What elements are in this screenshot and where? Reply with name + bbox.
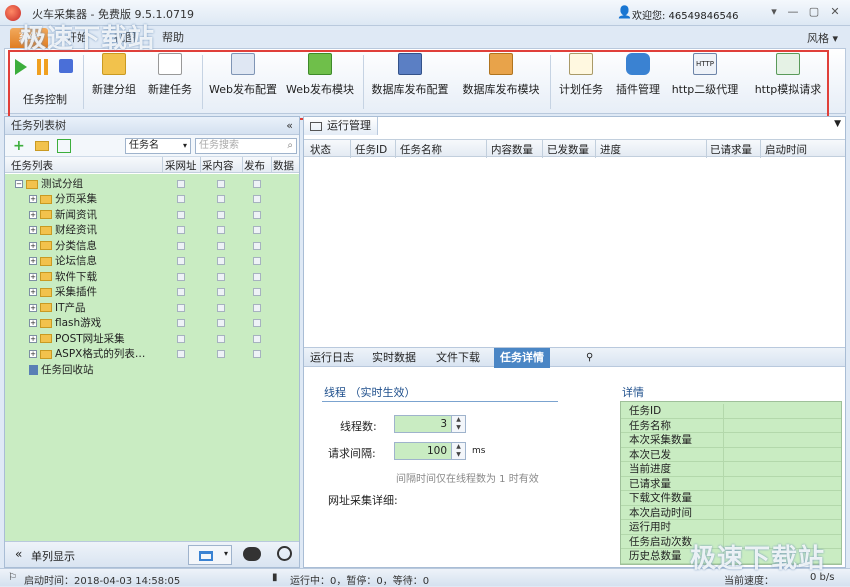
- folder-icon: [40, 194, 52, 204]
- detail-row: 任务ID: [621, 404, 841, 419]
- highlight-box: [8, 50, 829, 120]
- folder-icon: [40, 349, 52, 359]
- collapse-button[interactable]: «: [286, 117, 293, 135]
- tab-task-detail[interactable]: 任务详情: [494, 348, 550, 368]
- details-title: 详情: [622, 386, 644, 399]
- tree-node[interactable]: + 财经资讯: [29, 223, 97, 238]
- tree-toolbar: + 任务名 ▾ 任务搜索 ⌕: [5, 135, 299, 157]
- detail-row: 任务名称: [621, 418, 841, 433]
- app-logo-icon: [5, 5, 21, 21]
- stepper-arrows-icon: ▲ ▼: [451, 443, 465, 459]
- task-tree-panel: 任务列表树 « + 任务名▾ 任务搜索⌕ 任务列表 采网址 采内容 发布 数据量…: [4, 116, 300, 568]
- threads-label: 线程数:: [340, 420, 377, 433]
- watermark-top: 极速下载站: [20, 24, 156, 54]
- folder-add-icon[interactable]: [35, 141, 49, 151]
- detail-row: 运行用时: [621, 520, 841, 535]
- tree-node[interactable]: + IT产品: [29, 301, 86, 316]
- tab-file-download[interactable]: 文件下载: [430, 348, 486, 368]
- add-icon[interactable]: +: [13, 139, 27, 153]
- tree-footer: « 单列显示 ▾: [5, 541, 299, 567]
- dropdown-icon[interactable]: ▾: [765, 4, 783, 20]
- monitor-icon: [310, 121, 322, 131]
- folder-icon: [40, 334, 52, 343]
- detail-row: 本次采集数量: [621, 433, 841, 448]
- tree-node[interactable]: + POST网址采集: [29, 332, 125, 347]
- folder-icon: [40, 241, 52, 250]
- expand-icon[interactable]: [57, 139, 71, 153]
- folder-icon: [40, 210, 52, 219]
- run-manage-panel: 运行管理 ▼ 状态 任务ID 任务名称 内容数量 已发数量 进度 已请求量 启动…: [303, 116, 846, 568]
- folder-icon: [40, 256, 52, 266]
- tree-node[interactable]: + 分页采集: [29, 192, 97, 207]
- stepper-arrows-icon: ▲ ▼: [451, 416, 465, 432]
- filter-select[interactable]: 任务名 ▾: [125, 138, 191, 154]
- tree-node-root[interactable]: − 测试分组: [15, 177, 83, 192]
- interval-label: 请求间隔:: [328, 447, 376, 460]
- detail-row: 本次已发: [621, 447, 841, 462]
- search-icon: ⌕: [287, 140, 293, 151]
- single-column-label[interactable]: 单列显示: [31, 548, 75, 564]
- tab-run-log[interactable]: 运行日志: [304, 348, 360, 368]
- tree-node[interactable]: + 软件下载: [29, 270, 97, 285]
- task-tree-header: 任务列表树 «: [5, 117, 299, 135]
- folder-icon: [40, 303, 52, 312]
- interval-stepper[interactable]: 100 ▲ ▼: [394, 442, 466, 460]
- tree-node[interactable]: + ASPX格式的列表…: [29, 347, 145, 362]
- detail-row: 已请求量: [621, 476, 841, 491]
- close-button[interactable]: ✕: [826, 4, 844, 20]
- detail-tabs: 运行日志 实时数据 文件下载 任务详情 ⚲: [304, 347, 845, 368]
- run-grid-header: 状态 任务ID 任务名称 内容数量 已发数量 进度 已请求量 启动时间: [304, 139, 845, 158]
- interval-unit: ms: [472, 446, 486, 456]
- hierarchy-icon: [199, 551, 213, 561]
- chart-icon: ▮: [272, 572, 278, 583]
- thread-section-title: 线程 （实时生效）: [324, 386, 416, 399]
- detail-row: 当前进度: [621, 462, 841, 477]
- cloud-download-icon[interactable]: [243, 547, 261, 561]
- style-menu[interactable]: 风格 ▾: [807, 30, 838, 46]
- task-tree: − 测试分组 + 分页采集 + 新闻资讯 + 财经资讯 + 分类信息 + 论坛信息 + 软件下…: [5, 174, 299, 546]
- detail-row: 下载文件数量: [621, 491, 841, 506]
- watermark-bottom: 极速下载站: [690, 544, 826, 574]
- maximize-button[interactable]: ▢: [805, 4, 823, 20]
- tree-view-toggle[interactable]: ▾: [188, 545, 232, 565]
- run-status: 运行中：0，暂停：0，等待：0: [290, 576, 430, 587]
- double-left-icon[interactable]: «: [15, 547, 22, 561]
- panel-menu-icon[interactable]: ▼: [834, 119, 841, 129]
- clock-icon[interactable]: [277, 546, 292, 561]
- welcome-text: 欢迎您: 46549846546: [632, 11, 739, 22]
- tree-node-recycle[interactable]: 任务回收站: [29, 363, 94, 378]
- tab-run-manage[interactable]: 运行管理: [304, 117, 378, 135]
- tab-realtime-data[interactable]: 实时数据: [366, 348, 422, 368]
- pin-icon[interactable]: ⚲: [580, 348, 599, 368]
- url-detail-label: 网址采集详细:: [328, 494, 398, 507]
- recycle-bin-icon: [29, 365, 38, 375]
- tree-node[interactable]: + flash游戏: [29, 316, 101, 331]
- tree-node[interactable]: + 论坛信息: [29, 254, 97, 269]
- tree-column-header: 任务列表 采网址 采内容 发布 数据量: [5, 157, 299, 187]
- tab-help[interactable]: 帮助: [154, 28, 192, 48]
- folder-icon: [40, 225, 52, 235]
- tree-node[interactable]: + 新闻资讯: [29, 208, 97, 223]
- start-time: 启动时间：2018-04-03 14:58:05: [24, 576, 181, 587]
- folder-icon: [26, 179, 38, 189]
- user-icon: 👤: [617, 5, 632, 19]
- flag-icon: ⚐: [8, 572, 17, 583]
- task-search-input[interactable]: 任务搜索 ⌕: [195, 138, 297, 154]
- threads-stepper[interactable]: 3 ▲ ▼: [394, 415, 466, 433]
- folder-icon: [40, 272, 52, 281]
- tree-node[interactable]: + 分类信息: [29, 239, 97, 254]
- folder-icon: [40, 287, 52, 297]
- task-tree-title: 任务列表树: [11, 119, 66, 132]
- detail-row: 本次启动时间: [621, 505, 841, 520]
- minimize-button[interactable]: —: [784, 4, 802, 20]
- tree-node[interactable]: + 采集插件: [29, 285, 97, 300]
- interval-hint: 间隔时间仅在线程数为 1 时有效: [396, 474, 539, 485]
- folder-icon: [40, 318, 52, 328]
